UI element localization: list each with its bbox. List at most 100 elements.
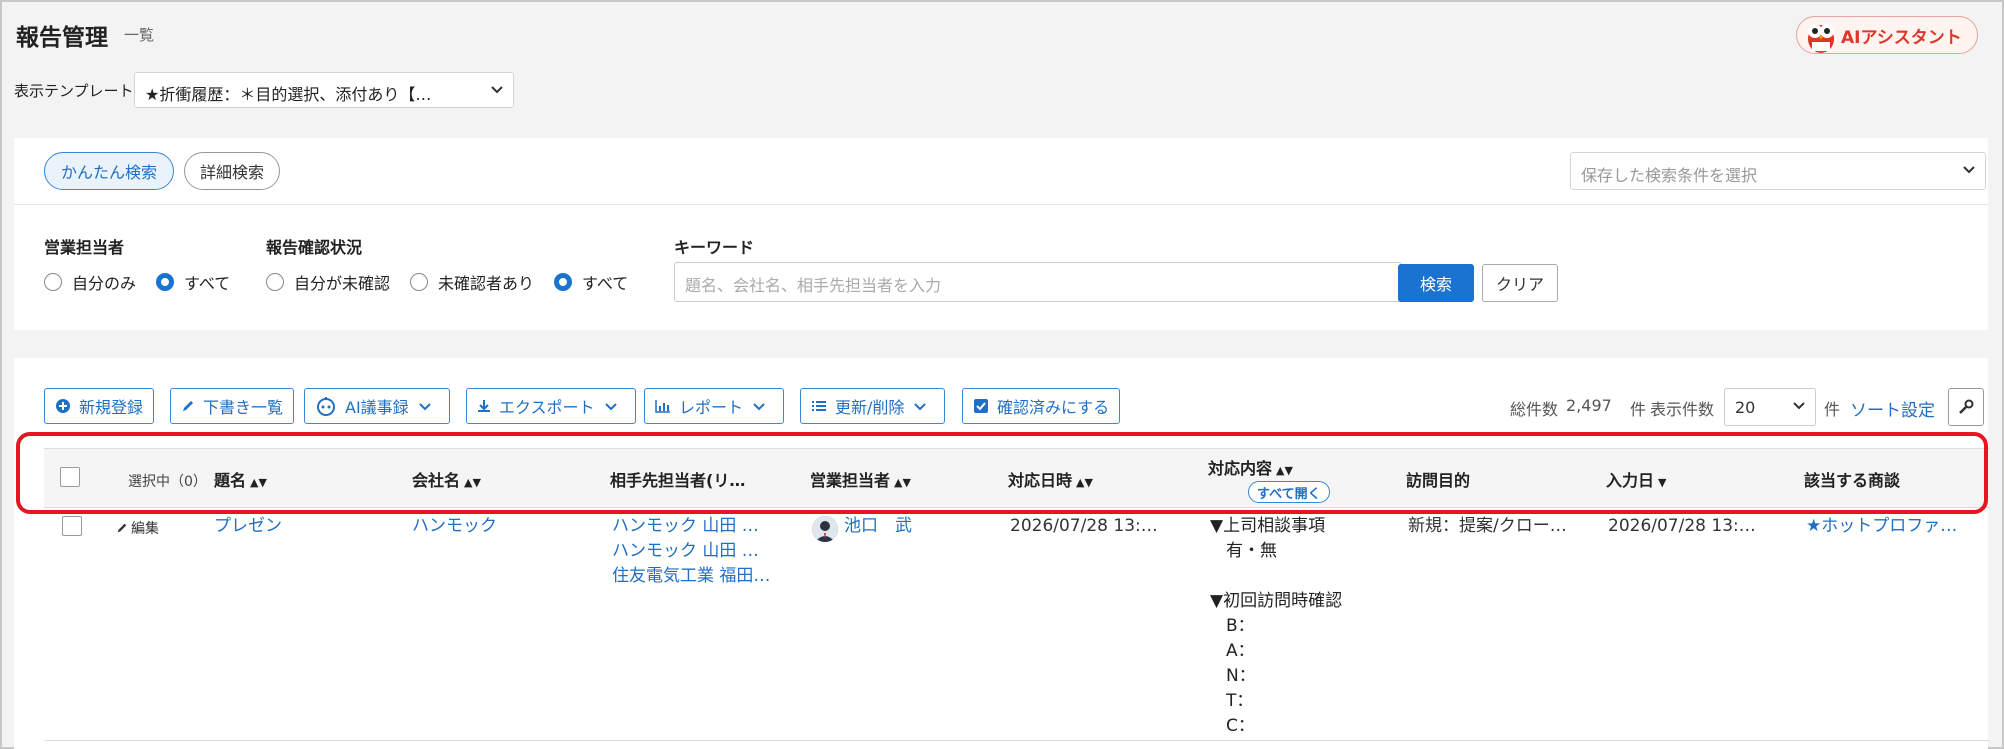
pencil-icon [183,401,193,411]
update-delete-button[interactable]: 更新/削除 [800,388,946,424]
ai-assistant-button[interactable]: AIアシスタント [1796,16,1978,54]
radio-label: 自分が未確認 [294,274,391,293]
radio-all-status[interactable]: すべて [554,270,628,294]
chevron-down-icon [604,403,617,411]
radio-circle [410,273,429,291]
radio-has-unconfirmed[interactable]: 未確認者あり [410,270,534,294]
list-icon [812,401,826,411]
radio-label: すべて [184,274,231,293]
chevron-down-icon [1963,166,1975,174]
export-label: エクスポート [499,398,595,417]
divider [14,204,1988,205]
row-contact-link[interactable]: 住友電気工業 福田… [612,564,770,589]
report-status-radio-group: 自分が未確認 未確認者あり すべて [266,270,648,294]
radio-unconfirmed-by-me[interactable]: 自分が未確認 [266,270,390,294]
plus-circle-icon [56,399,70,413]
sort-settings-link[interactable]: ソート設定 [1850,396,1935,421]
search-panel: かんたん検索 詳細検索 保存した検索条件を選択 営業担当者 自分のみ すべて 報… [14,138,1988,330]
ai-minutes-button[interactable]: AI議事録 [304,388,450,424]
per-page-select[interactable]: 20 [1724,388,1816,426]
sales-rep-radio-group: 自分のみ すべて [44,270,250,294]
page-subtitle: 一覧 [124,26,155,44]
per-page-value: 20 [1735,398,1756,417]
radio-label: 自分のみ [72,274,137,293]
tab-detail-search[interactable]: 詳細検索 [184,152,280,190]
row-company-link[interactable]: ハンモック [412,514,497,539]
row-content-line: T： [1226,691,1254,711]
tab-simple-search[interactable]: かんたん検索 [44,152,174,190]
user-photo-icon [812,516,838,542]
radio-label: 未確認者あり [438,274,535,293]
radio-circle-checked [156,273,175,291]
chevron-down-icon [418,403,431,411]
mark-confirmed-label: 確認済みにする [997,398,1110,417]
keyword-label: キーワード [674,238,755,257]
settings-button[interactable] [1948,388,1984,426]
row-title-link[interactable]: プレゼン [214,514,282,539]
chevron-down-icon [1793,402,1805,410]
download-icon [478,400,490,412]
template-value: ★折衝履歴：＊目的選択、添付あり【… [145,85,432,104]
report-label: レポート [679,398,744,417]
report-status-label: 報告確認状況 [266,238,363,257]
chevron-down-icon [914,403,927,411]
chevron-down-icon [491,86,503,94]
mark-confirmed-button[interactable]: 確認済みにする [962,388,1121,424]
radio-circle [266,273,284,291]
row-input-date: 2026/07/28 13:… [1608,516,1756,536]
drafts-button[interactable]: 下書き一覧 [170,388,295,424]
row-purpose: 新規：提案/クロー… [1408,516,1567,536]
avatar [812,516,838,542]
ai-assistant-label: AIアシスタント [1841,27,1962,48]
edit-label: 編集 [131,521,159,537]
results-panel: 新規登録 下書き一覧 AI議事録 エクスポート レポート 更新/削除 確認済みに… [14,358,1990,749]
new-button[interactable]: 新規登録 [44,388,155,424]
row-checkbox[interactable] [62,516,82,536]
total-count-value: 2,497 [1566,396,1612,415]
saved-search-select[interactable]: 保存した検索条件を選択 [1570,152,1986,190]
chevron-down-icon [753,403,765,411]
total-count-unit: 件 [1630,400,1647,419]
owl-mascot-icon [1808,24,1834,53]
ai-minutes-label: AI議事録 [345,398,409,417]
row-sales-rep-link[interactable]: 池口 武 [844,514,912,539]
row-content-line: N： [1226,666,1256,686]
row-content-line: 有・無 [1226,541,1277,561]
update-delete-label: 更新/削除 [835,398,905,417]
total-count-label: 総件数 [1510,400,1559,419]
radio-own-only[interactable]: 自分のみ [44,270,136,294]
report-button[interactable]: レポート [644,388,785,424]
row-contact-link[interactable]: ハンモック 山田 … [612,514,759,539]
drafts-label: 下書き一覧 [203,398,284,417]
template-label: 表示テンプレート [14,82,134,100]
radio-all-reps[interactable]: すべて [156,270,230,294]
bar-chart-icon [655,400,670,413]
radio-circle-checked [554,273,573,291]
row-contact-link[interactable]: ハンモック 山田 … [612,539,759,564]
row-content-line: ▼上司相談事項 [1210,516,1326,536]
row-divider [44,740,1990,741]
pencil-icon [117,523,127,533]
per-page-unit: 件 [1824,400,1841,419]
wrench-icon [1959,399,1974,414]
row-content-line: ▼初回訪問時確認 [1210,591,1343,611]
page-title: 報告管理 [16,25,108,51]
row-date: 2026/07/28 13:… [1010,516,1158,536]
row-content-line: C： [1226,716,1255,736]
robot-face-icon [317,397,335,416]
radio-circle [44,273,62,291]
sales-rep-label: 営業担当者 [44,238,125,257]
row-deal-link[interactable]: ★ホットプロファ… [1806,514,1957,539]
highlight-annotation [16,432,1988,514]
row-content-line: A： [1226,641,1255,661]
check-square-icon [974,399,988,413]
clear-button[interactable]: クリア [1482,264,1558,302]
per-page-label: 表示件数 [1650,400,1715,419]
export-button[interactable]: エクスポート [466,388,636,424]
edit-link[interactable]: 編集 [116,518,159,538]
search-button[interactable]: 検索 [1398,264,1474,302]
new-label: 新規登録 [79,398,144,417]
saved-search-placeholder: 保存した検索条件を選択 [1581,166,1758,185]
template-select[interactable]: ★折衝履歴：＊目的選択、添付あり【… [134,72,514,108]
keyword-input[interactable]: 題名、会社名、相手先担当者を入力 [674,262,1402,302]
